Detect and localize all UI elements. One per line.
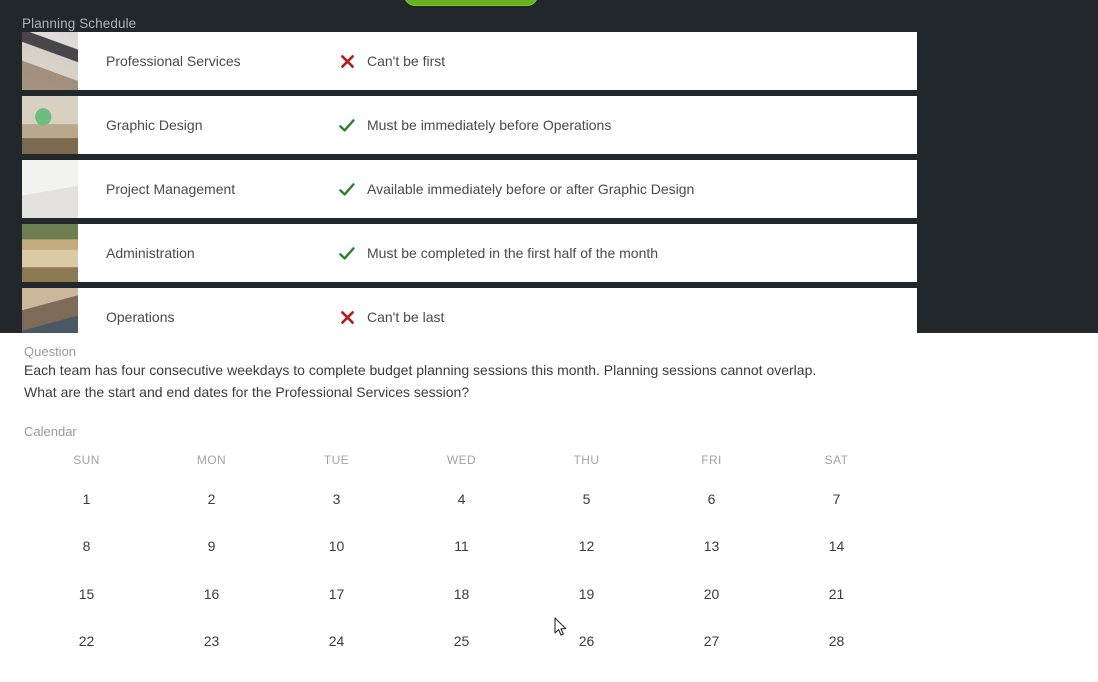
calendar-label: Calendar: [24, 424, 77, 439]
calendar-weekday-header: SUN MON TUE WED THU FRI SAT: [24, 445, 1074, 475]
question-and-calendar-area: Question Each team has four consecutive …: [0, 333, 1098, 682]
row-thumbnail-image: [22, 96, 78, 154]
calendar-weekday: TUE: [323, 453, 350, 467]
schedule-row-rule: Can't be last: [367, 309, 445, 325]
row-thumbnail-image: [22, 224, 78, 282]
row-thumbnail-image: [22, 160, 78, 218]
schedule-row-title: Operations: [106, 309, 175, 325]
calendar-day-cell[interactable]: 28: [774, 618, 899, 666]
schedule-row-professional-services[interactable]: Professional Services Can't be first: [22, 32, 917, 90]
calendar-day-cell[interactable]: 9: [149, 523, 274, 571]
calendar-week-row: 15 16 17 18 19 20 21: [24, 570, 1074, 618]
schedule-row-title: Professional Services: [106, 53, 241, 69]
calendar-week-row: 22 23 24 25 26 27 28: [24, 618, 1074, 666]
calendar-day-cell[interactable]: 7: [774, 475, 899, 523]
row-thumbnail-image: [22, 288, 78, 333]
schedule-row-rule: Must be immediately before Operations: [367, 117, 612, 133]
schedule-row-title: Administration: [106, 245, 195, 261]
calendar-day-cell[interactable]: 15: [24, 570, 149, 618]
calendar-day-cell[interactable]: 11: [399, 523, 524, 571]
calendar-week-row: 8 9 10 11 12 13 14: [24, 523, 1074, 571]
calendar: SUN MON TUE WED THU FRI SAT 1 2 3 4 5 6 …: [24, 445, 1074, 665]
schedule-row-title: Project Management: [106, 181, 236, 197]
cross-icon: [338, 52, 356, 70]
calendar-weekday: WED: [446, 453, 477, 467]
question-text-line-2: What are the start and end dates for the…: [24, 384, 470, 400]
schedule-row-rule: Must be completed in the first half of t…: [367, 245, 659, 261]
check-icon: [338, 180, 356, 198]
calendar-weekday: SUN: [73, 453, 100, 467]
calendar-day-cell[interactable]: 1: [24, 475, 149, 523]
schedule-row-graphic-design[interactable]: Graphic Design Must be immediately befor…: [22, 96, 917, 154]
calendar-day-cell[interactable]: 4: [399, 475, 524, 523]
calendar-day-cell[interactable]: 12: [524, 523, 649, 571]
check-icon: [338, 244, 356, 262]
calendar-day-cell[interactable]: 21: [774, 570, 899, 618]
schedule-row-project-management[interactable]: Project Management Available immediately…: [22, 160, 917, 218]
calendar-day-cell[interactable]: 2: [149, 475, 274, 523]
calendar-day-cell[interactable]: 3: [274, 475, 399, 523]
calendar-weekday: THU: [573, 453, 600, 467]
calendar-day-cell[interactable]: 8: [24, 523, 149, 571]
schedule-row-administration[interactable]: Administration Must be completed in the …: [22, 224, 917, 282]
check-icon: [338, 116, 356, 134]
calendar-day-cell[interactable]: 23: [149, 618, 274, 666]
calendar-day-cell[interactable]: 24: [274, 618, 399, 666]
calendar-day-cell[interactable]: 26: [524, 618, 649, 666]
calendar-day-cell[interactable]: 17: [274, 570, 399, 618]
schedule-row-operations[interactable]: Operations Can't be last: [22, 288, 917, 333]
calendar-day-cell[interactable]: 5: [524, 475, 649, 523]
calendar-day-cell[interactable]: 13: [649, 523, 774, 571]
calendar-day-cell[interactable]: 18: [399, 570, 524, 618]
schedule-row-rule: Can't be first: [367, 53, 446, 69]
planning-schedule-list: Professional Services Can't be first Gra…: [22, 32, 917, 333]
planning-schedule-label: Planning Schedule: [22, 16, 137, 31]
planning-schedule-panel: Planning Schedule Professional Services …: [0, 0, 1098, 333]
calendar-day-cell[interactable]: 19: [524, 570, 649, 618]
calendar-day-cell[interactable]: 10: [274, 523, 399, 571]
calendar-weekday: FRI: [701, 453, 722, 467]
question-text-line-1: Each team has four consecutive weekdays …: [24, 362, 817, 378]
calendar-week-row: 1 2 3 4 5 6 7: [24, 475, 1074, 523]
schedule-row-rule: Available immediately before or after Gr…: [367, 181, 695, 197]
calendar-weekday: SAT: [824, 453, 849, 467]
calendar-day-cell[interactable]: 16: [149, 570, 274, 618]
calendar-day-cell[interactable]: 22: [24, 618, 149, 666]
calendar-day-cell[interactable]: 6: [649, 475, 774, 523]
calendar-day-cell[interactable]: 27: [649, 618, 774, 666]
calendar-weekday: MON: [196, 453, 227, 467]
question-label: Question: [24, 344, 77, 359]
row-thumbnail-image: [22, 32, 78, 90]
cross-icon: [338, 308, 356, 326]
calendar-day-cell[interactable]: 14: [774, 523, 899, 571]
calendar-day-cell[interactable]: 20: [649, 570, 774, 618]
green-action-button[interactable]: [404, 0, 538, 6]
schedule-row-title: Graphic Design: [106, 117, 203, 133]
calendar-day-cell[interactable]: 25: [399, 618, 524, 666]
